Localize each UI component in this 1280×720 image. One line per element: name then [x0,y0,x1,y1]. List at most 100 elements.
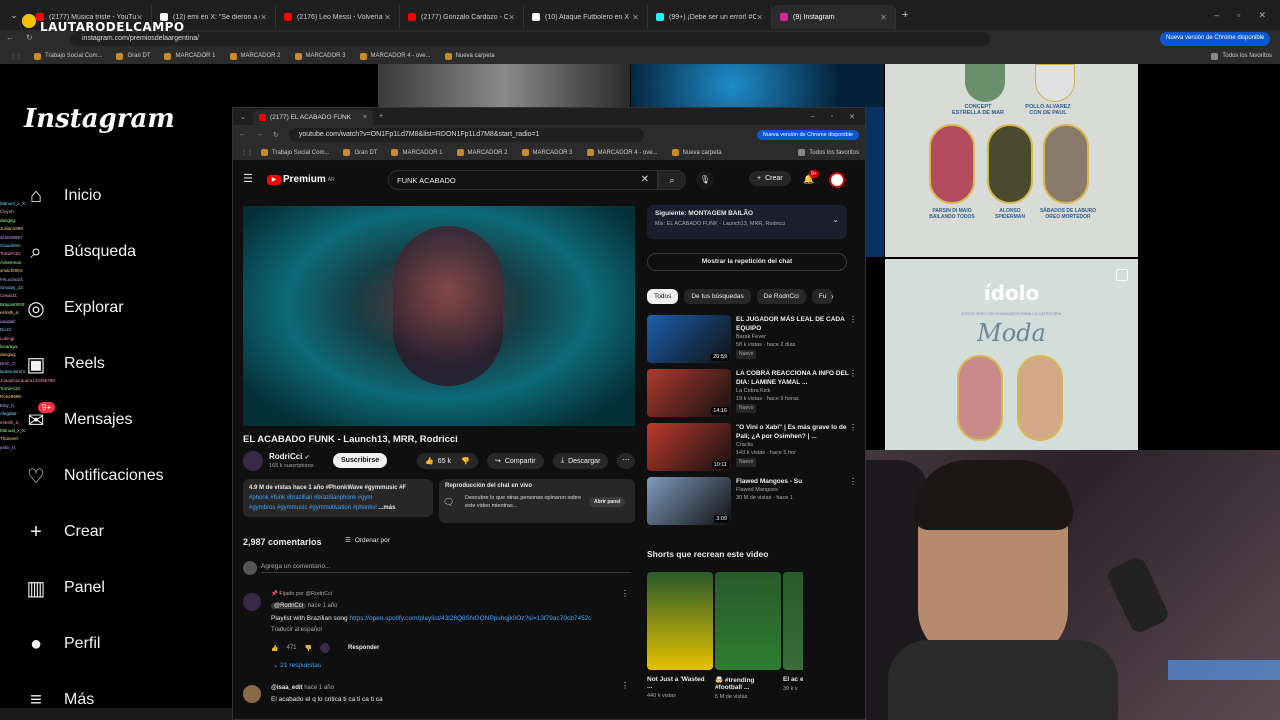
yt-search-input[interactable]: FUNK ACABADO ✕ [388,170,658,190]
bookmark-item[interactable]: Gran DT [343,149,377,156]
search-icon[interactable]: ⌕ [658,170,686,190]
minimize-icon[interactable]: – [811,113,815,121]
yt-all-bookmarks[interactable]: Todos los favoritos [798,149,859,156]
post-nominees-card[interactable]: CONCEPT ESTRELLA DE MAR POLLO ALVAREZ CO… [885,64,1138,257]
reload-icon[interactable]: ↻ [273,131,279,139]
apps-icon[interactable]: ⋮⋮ [10,53,22,60]
instagram-logo[interactable]: Instagram [24,104,175,134]
browser-tab[interactable]: (2177) Gonzalo Cardozo - CAR✕ [400,5,524,29]
like-button[interactable]: 👍 65 k 👎 [417,453,478,469]
bookmark-item[interactable]: MARCADOR 1 [164,52,216,60]
clear-search-icon[interactable]: ✕ [641,174,649,185]
browser-tab[interactable]: (99+) ¡Debe ser un error! #CEF✕ [648,5,772,29]
comment-menu-icon[interactable]: ⋮ [621,681,629,690]
yt-url-field[interactable]: youtube.com/watch?v=ON1Fp1Ld7M8&list=RDO… [288,128,644,142]
tab-close-icon[interactable]: ✕ [508,13,515,22]
download-button[interactable]: ⤓ Descargar [553,453,609,469]
tab-close-icon[interactable]: ✕ [632,13,639,22]
post-idolo-card[interactable]: ídolo ESTOS SON LOS NOMINADOS PARA LA CA… [885,259,1138,450]
channel-avatar[interactable] [243,451,263,471]
voice-search-icon[interactable]: 🎙 [696,171,714,189]
bookmark-item[interactable]: MARCADOR 2 [229,52,281,60]
hamburger-menu-icon[interactable]: ☰ [243,172,253,185]
yt-active-tab[interactable]: (2177) EL ACABADO FUNK × [253,110,373,125]
comment-menu-icon[interactable]: ⋮ [621,589,629,598]
outer-chrome-update-button[interactable]: Nueva versión de Chrome disponible [1160,32,1271,46]
youtube-logo[interactable]: ▶ Premium AR [267,174,335,185]
maximize-icon[interactable]: ▫ [1237,10,1240,21]
tab-close-icon[interactable]: ✕ [756,13,763,22]
chevron-down-icon[interactable]: ⌄ [832,215,839,224]
bookmark-item[interactable]: Nueva carpeta [671,149,722,156]
nav-item-chart[interactable]: ▥ Panel [24,576,105,600]
video-player[interactable] [243,206,635,426]
create-button[interactable]: + Crear [749,171,791,186]
tab-close-icon[interactable]: × [363,114,367,121]
video-description[interactable]: 4.9 M de vistas hace 1 año #PhonkWave #g… [243,479,433,517]
comment-author[interactable]: @isaa_edit [271,685,303,691]
apps-icon[interactable]: ⋮⋮ [241,149,253,156]
description-more-link[interactable]: ...más [378,505,395,511]
open-panel-button[interactable]: Abrir panel [589,497,626,507]
dislike-comment-icon[interactable]: 👎 [305,645,312,652]
close-window-icon[interactable]: ✕ [1258,10,1266,21]
tab-close-icon[interactable]: ✕ [384,13,391,22]
recommended-video[interactable]: 14:16 LA COBRA REACCIONA A INFO DEL DIA:… [647,369,857,419]
reload-icon[interactable]: ↻ [26,33,33,42]
back-icon[interactable]: ← [6,33,14,42]
thumbs-down-icon[interactable]: 👎 [461,457,470,465]
short-video[interactable]: Not Just a 'Wasted ... 440 k vistas [647,572,713,699]
chips-next-icon[interactable]: › [831,292,834,301]
translate-link[interactable]: Traducir al español [271,627,322,633]
bookmark-item[interactable]: Trabajo Social Com... [261,149,329,156]
recommended-video[interactable]: 20:59 EL JUGADOR MÁS LEAL DE CADA EQUIPO… [647,315,857,365]
outer-all-bookmarks[interactable]: Todos los favoritos [1211,52,1272,60]
new-tab-icon[interactable]: + [902,9,908,21]
subscribe-button[interactable]: Suscribirse [333,453,388,468]
bookmark-item[interactable]: MARCADOR 3 [294,52,346,60]
more-actions-icon[interactable]: ⋯ [617,453,635,469]
yt-chrome-update-button[interactable]: Nueva versión de Chrome disponible [756,130,859,140]
bookmark-item[interactable]: Nueva carpeta [444,52,495,60]
playlist-panel[interactable]: Siguiente: MONTAGEM BAILÃO Mix: EL ACABA… [647,205,847,239]
bookmark-item[interactable]: MARCADOR 4 - ove... [586,149,658,156]
bookmark-item[interactable]: Trabajo Social Com... [34,52,102,60]
maximize-icon[interactable]: ▫ [831,113,833,121]
short-video[interactable]: 🤯 #trending #football ... 5 M de vistas [715,572,781,700]
video-menu-icon[interactable]: ⋮ [849,477,857,527]
recommended-video[interactable]: 10:11 "O Vini o Xabi" | Es más grave lo … [647,423,857,473]
bookmark-item[interactable]: Gran DT [116,52,150,60]
nav-item-heart[interactable]: ♡ Notificaciones [24,464,164,488]
post-thumbnail-2[interactable] [631,64,884,107]
like-comment-icon[interactable]: 👍 [271,645,278,652]
outer-url-field[interactable]: instagram.com/premiosdelaargentina/ [70,32,990,46]
comment-author[interactable]: @RodriCci [271,603,307,609]
close-window-icon[interactable]: ✕ [849,113,855,121]
filter-chip[interactable]: De tus búsquedas [684,289,751,304]
channel-name[interactable]: RodriCci ✔ [269,452,310,461]
browser-tab[interactable]: (10) Ataque Futbolero en X ✕ [524,5,648,29]
nav-item-plus[interactable]: + Crear [24,520,104,544]
forward-icon[interactable]: → [256,131,263,139]
view-replies-button[interactable]: ⌄ 21 respuestas [273,661,321,669]
back-icon[interactable]: ← [239,131,246,139]
tab-close-icon[interactable]: ✕ [260,13,267,22]
video-menu-icon[interactable]: ⋮ [849,315,857,365]
post-thumbnail-1[interactable] [378,64,630,107]
show-chat-replay-button[interactable]: Mostrar la repetición del chat [647,253,847,271]
bookmark-item[interactable]: MARCADOR 3 [521,149,573,156]
browser-tab[interactable]: (2176) Leo Messi - Volvería a B✕ [276,5,400,29]
account-avatar[interactable] [829,172,845,188]
filter-chip[interactable]: Todos [647,289,679,304]
comment-link[interactable]: https://open.spotify.com/playlist/43l28Q… [349,615,591,622]
bookmark-item[interactable]: MARCADOR 2 [456,149,508,156]
minimize-icon[interactable]: – [1214,10,1219,21]
video-menu-icon[interactable]: ⋮ [849,423,857,473]
short-video[interactable]: El ac el ... 39 k v [783,572,803,692]
tab-search-icon[interactable]: ⌄ [233,113,253,121]
bookmark-item[interactable]: MARCADOR 4 - ove... [359,52,431,60]
recommended-video[interactable]: 3:09 Flawed Mangoes - Su Flawed Mangoes … [647,477,857,527]
bookmark-item[interactable]: MARCADOR 1 [391,149,443,156]
add-comment-input[interactable]: Agrega un comentario... [261,563,631,573]
nav-item-avatar[interactable]: ● Perfil [24,632,101,656]
